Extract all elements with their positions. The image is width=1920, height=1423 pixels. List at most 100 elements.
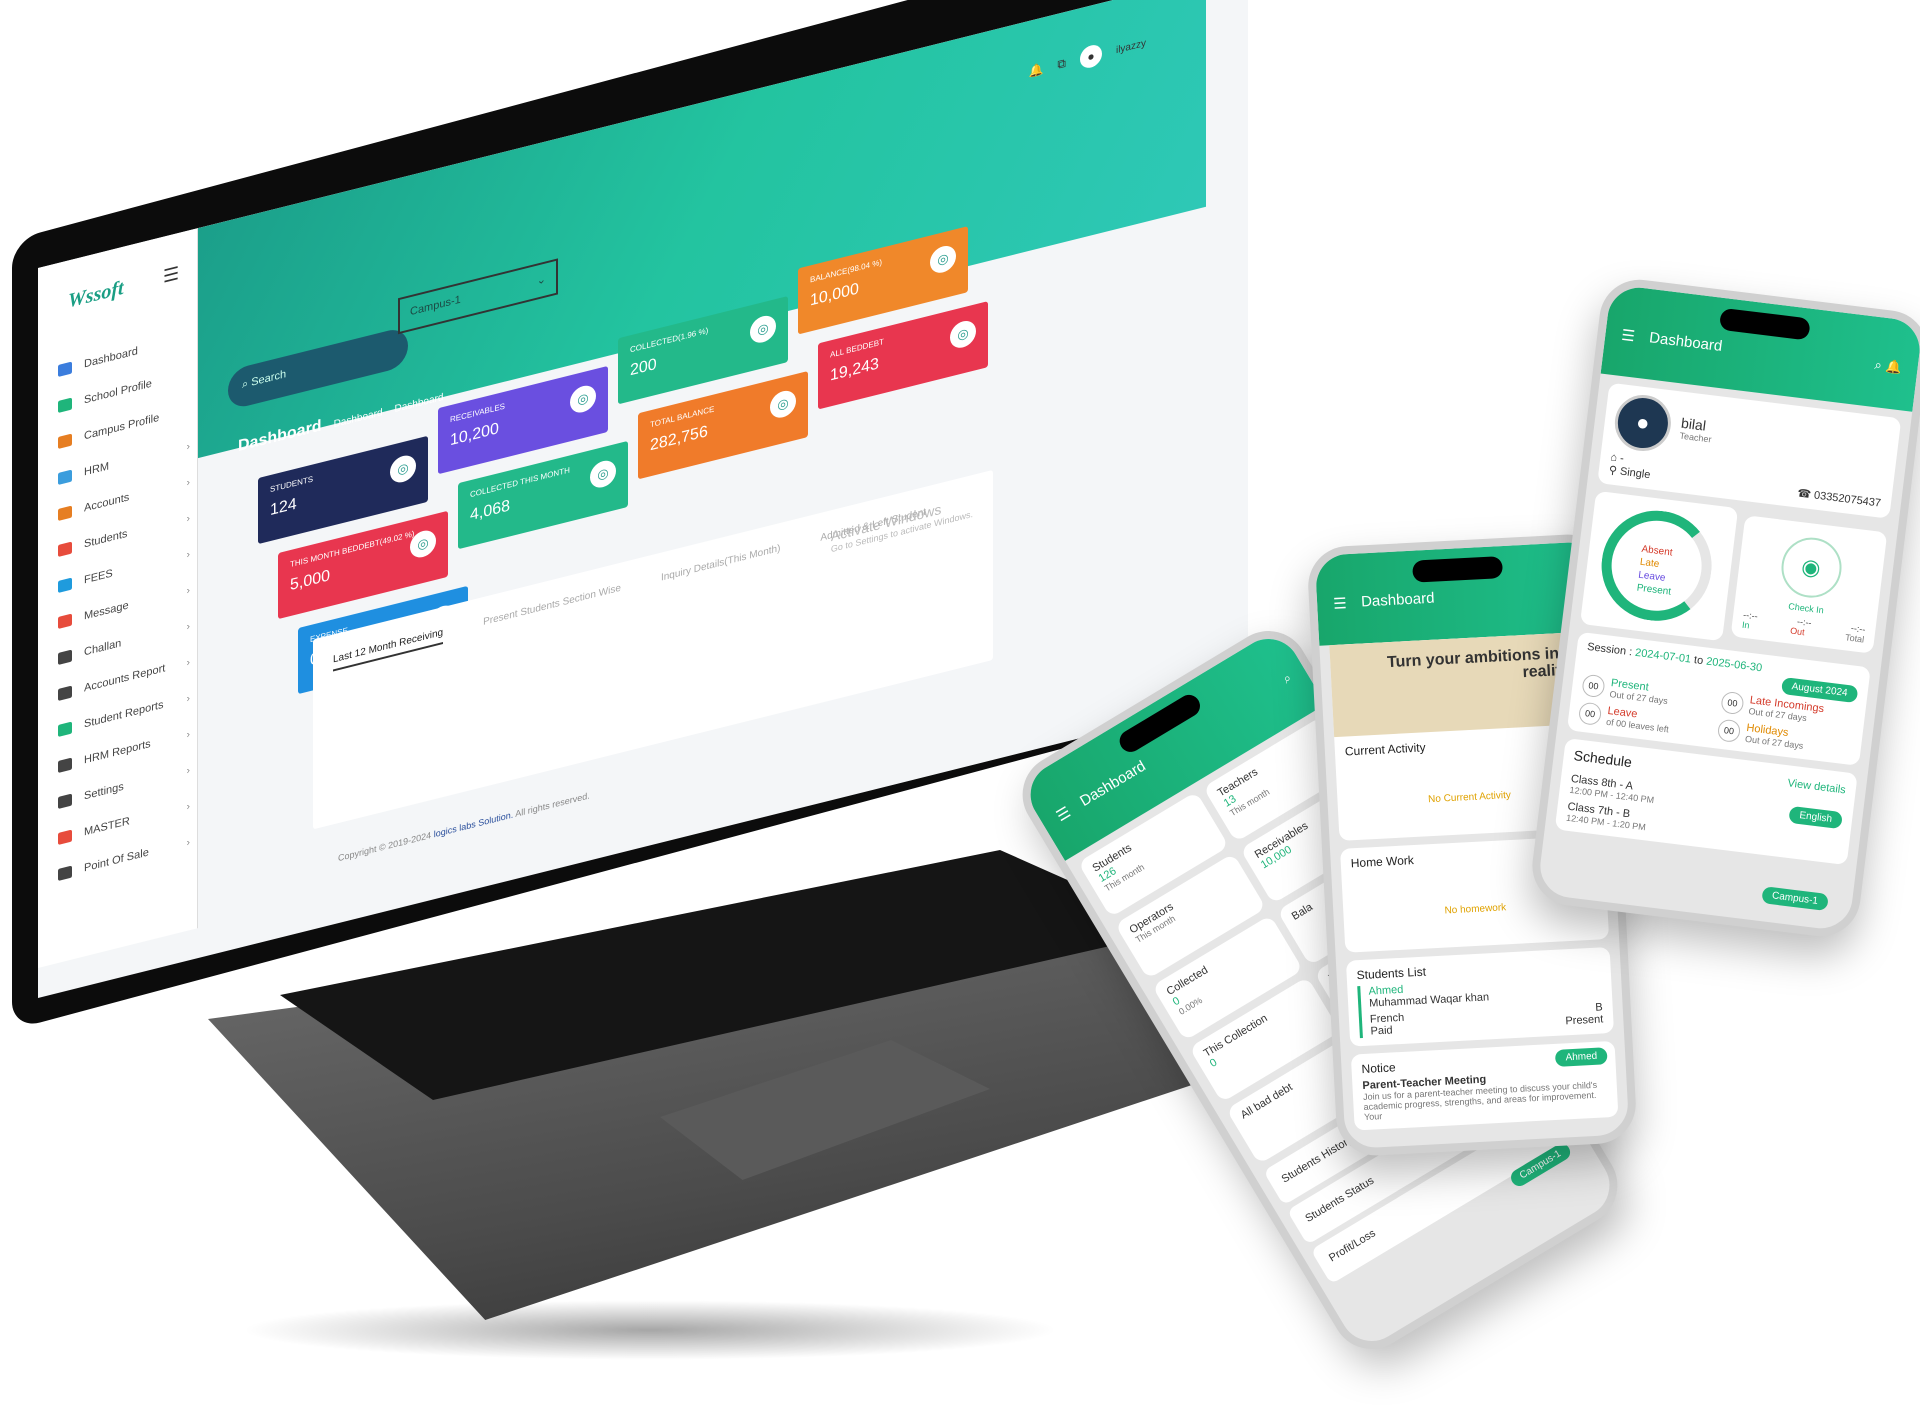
sidebar-item-label: Dashboard: [84, 345, 138, 371]
marketing-mockup: Wssoft ☰ Dashboard School Profile Campus P…: [0, 0, 1920, 1423]
sidebar-item-label: Challan: [84, 637, 122, 659]
chevron-right-icon: ›: [186, 836, 190, 849]
chevron-right-icon: ›: [186, 476, 190, 489]
menu-icon[interactable]: ☰: [1333, 594, 1347, 613]
ahmed-button-label: Ahmed: [1565, 1050, 1598, 1064]
chevron-right-icon: ›: [186, 656, 190, 669]
avatar[interactable]: ●: [1079, 42, 1102, 71]
phone-parent-title: Dashboard: [1360, 589, 1435, 611]
laptop-shadow: [240, 1300, 1060, 1360]
fee-status: Paid: [1370, 1024, 1393, 1038]
chevron-right-icon: ›: [186, 548, 190, 561]
session-to-word: to: [1693, 654, 1704, 668]
menu-icon[interactable]: ☰: [1620, 326, 1636, 346]
attendance: Present: [1565, 1013, 1604, 1028]
section: B: [1595, 1001, 1603, 1014]
header-icons: 🔔 ⧉ ● ilyazzy: [1028, 32, 1146, 83]
in-label: In: [1741, 619, 1751, 631]
people-icon: [58, 469, 72, 486]
page-title-text: Dashboard: [238, 417, 322, 456]
phone-notch: [1718, 307, 1811, 341]
footer-link[interactable]: logics labs Solution.: [434, 810, 514, 840]
chevron-right-icon: ›: [186, 440, 190, 453]
sidebar: Wssoft ☰ Dashboard School Profile Campus P…: [38, 228, 198, 968]
tab-1[interactable]: Present Students Section Wise: [483, 583, 621, 634]
stat-count: 00: [1716, 718, 1742, 744]
pos-icon: [58, 865, 72, 882]
ring-legend: Absent Late Leave Present: [1636, 543, 1677, 599]
out-label: Out: [1789, 625, 1806, 638]
sidebar-item-label: HRM: [84, 460, 110, 479]
tab-0[interactable]: Last 12 Month Receiving: [333, 627, 444, 672]
cart-icon: [58, 685, 72, 702]
message-icon: [58, 613, 72, 630]
sidebar-item-label: FEES: [84, 567, 113, 587]
sidebar-item-label: Point Of Sale: [84, 846, 149, 875]
campus-select-value: Campus-1: [410, 293, 461, 319]
ahmed-button[interactable]: Ahmed: [1555, 1047, 1608, 1067]
phone-admin-title: Dashboard: [1077, 757, 1149, 810]
windows-watermark: Activate Windows Go to Settings to activa…: [831, 493, 973, 555]
search-icon[interactable]: ⌕: [1280, 670, 1294, 687]
chevron-right-icon: ›: [186, 800, 190, 813]
attendance-row: Absent Late Leave Present ◉ Check In --:-- -…: [1579, 490, 1888, 660]
attendance-ring-card: Absent Late Leave Present: [1579, 490, 1739, 642]
phone-teacher: ☰ Dashboard ⌕ 🔔 ● bilal Teacher ⌂ - ⚲ Si…: [1527, 275, 1920, 941]
language: French: [1369, 1011, 1405, 1026]
challan-icon: [58, 649, 72, 666]
tab-2[interactable]: Inquiry Details(This Month): [661, 543, 780, 590]
app-logo: Wssoft: [68, 276, 124, 313]
dashboard-icon: [58, 361, 72, 378]
marital-value: Single: [1619, 465, 1652, 482]
menu-toggle-icon[interactable]: ☰: [163, 263, 179, 288]
sidebar-item-label: School Profile: [84, 377, 152, 407]
home-icon: ⌂: [1609, 451, 1618, 465]
chevron-right-icon: ›: [186, 692, 190, 705]
campus-icon: [58, 433, 72, 450]
phone-parent-header: ☰ Dashboard ⌕: [1314, 540, 1603, 646]
schedule-title: Schedule: [1572, 747, 1633, 771]
stat-text: Holidays Out of 27 days: [1745, 722, 1806, 751]
chevron-right-icon: ›: [186, 728, 190, 741]
checkin-card: ◉ Check In --:-- --:-- --:-- In Out Total: [1730, 515, 1888, 654]
no-homework-text: No homework: [1444, 902, 1507, 917]
chevron-right-icon: ›: [186, 620, 190, 633]
search-input[interactable]: ⌕ Search: [228, 325, 408, 411]
teacher-avatar: ●: [1611, 391, 1675, 455]
copy-icon[interactable]: ⧉: [1057, 55, 1066, 72]
no-activity-text: No Current Activity: [1427, 789, 1512, 806]
campus-select[interactable]: Campus-1 ⌄: [398, 258, 558, 335]
sidebar-item-label: Accounts: [84, 491, 130, 515]
hrm-report-icon: [58, 757, 72, 774]
view-details-link[interactable]: View details: [1787, 777, 1847, 796]
notice-section: Notice Parent-Teacher Meeting Join us fo…: [1350, 1040, 1619, 1131]
menu-icon[interactable]: ☰: [1053, 803, 1074, 826]
master-icon: [58, 829, 72, 846]
student-card[interactable]: Ahmed Muhammad Waqar khan French B Paid Pr…: [1357, 973, 1604, 1039]
breadcrumb-1[interactable]: Dashboard: [334, 407, 383, 430]
sidebar-menu: Dashboard School Profile Campus Profile HRM…: [58, 318, 198, 893]
bell-icon[interactable]: 🔔: [1028, 61, 1043, 79]
student-icon: [58, 541, 72, 558]
sidebar-item-label: Message: [84, 599, 129, 623]
chevron-right-icon: ›: [186, 764, 190, 777]
gear-icon: [58, 793, 72, 810]
phone-notch: [1412, 556, 1504, 583]
school-icon: [58, 397, 72, 414]
sidebar-item-label: HRM Reports: [84, 737, 151, 767]
fingerprint-icon[interactable]: ◉: [1777, 534, 1845, 602]
search-bell-icons[interactable]: ⌕ 🔔: [1874, 357, 1903, 376]
phone-teacher-title: Dashboard: [1648, 329, 1724, 356]
fees-icon: [58, 577, 72, 594]
stat-text: Leave of 00 leaves left: [1606, 705, 1671, 735]
breadcrumb-2: Dashboard: [394, 391, 444, 416]
legend-item: Present: [1636, 582, 1672, 598]
students-list-section: Students List Ahmed Muhammad Waqar khan …: [1345, 946, 1615, 1047]
campus-button-label: Campus-1: [1771, 890, 1819, 907]
stat-count: 00: [1577, 701, 1603, 726]
stat-count: 00: [1581, 673, 1606, 699]
stat-count: 00: [1720, 690, 1745, 716]
username[interactable]: ilyazzy: [1116, 37, 1146, 55]
campus-button[interactable]: Campus-1: [1761, 886, 1829, 912]
stat-text: Present Out of 27 days: [1609, 677, 1670, 706]
